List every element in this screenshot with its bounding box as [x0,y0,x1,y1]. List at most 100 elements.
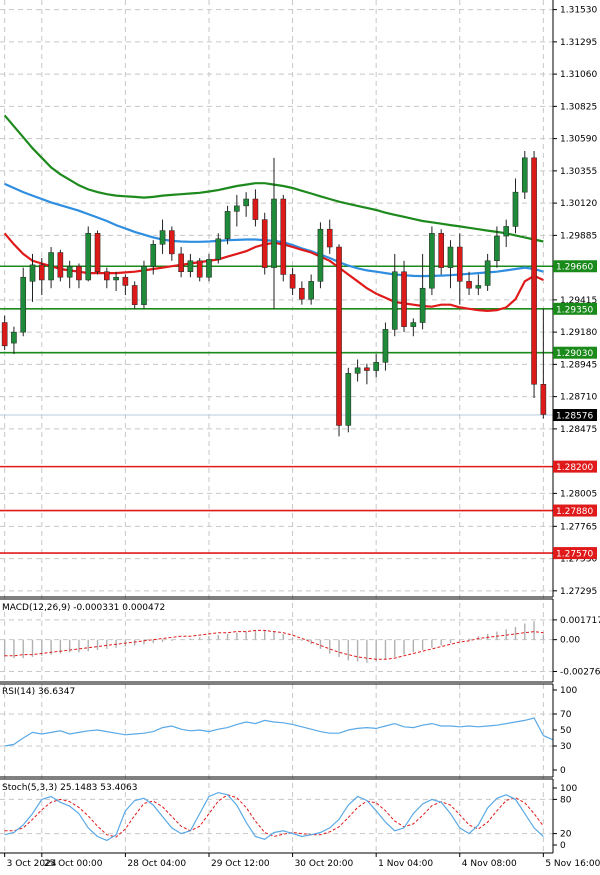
rsi-tick-label: 30 [560,742,572,752]
candle-body [131,285,138,305]
time-tick-label: 28 Oct 04:00 [127,859,186,869]
time-tick-label: 1 Nov 04:00 [378,859,433,869]
candle-body [289,274,296,289]
candle-body [159,230,166,245]
price-tick-label: 1.29885 [560,231,597,241]
macd-title: MACD(12,26,9) -0.000331 0.000472 [2,603,165,613]
candle-body [438,233,444,268]
price-tick-label: 1.27295 [560,587,597,597]
candle-body [271,198,277,268]
candle-body [38,264,45,281]
candle-body [48,252,54,281]
candle-body [326,228,333,248]
rsi-tick-label: 50 [560,726,572,736]
price-tick-label: 1.28945 [560,360,597,370]
candle-body [299,287,305,300]
candle-body [336,246,342,426]
rsi-tick-label: 100 [560,686,577,696]
candle-body [169,230,175,255]
candle-body [429,233,435,289]
price-tick-label: 1.29180 [560,328,597,338]
stoch-title: Stoch(5,3,3) 25.1483 53.4063 [2,783,137,793]
candle-body [308,281,314,300]
time-tick-label: 5 Nov 16:00 [545,859,600,869]
candle-body [66,265,73,278]
resistance-level-label: 1.29350 [556,305,593,315]
candle-body [187,260,194,272]
candle-body [76,265,82,281]
candle-body [354,367,361,374]
candle-body [317,228,324,282]
candle-body [521,157,528,193]
price-tick-label: 1.28475 [560,425,597,435]
candle-body [364,367,370,371]
candle-body [373,362,379,371]
candle-body [512,191,519,227]
level-labels: 1.29660 1.29350 1.29030 1.28200 1.27880 1.275… [553,260,597,560]
time-tick-label: 4 Nov 08:00 [462,859,517,869]
candle-body [1,322,8,347]
price-tick-label: 1.28710 [560,393,597,403]
candle-body [540,384,547,415]
time-tick-label: 29 Oct 12:00 [211,859,270,869]
current-price-label: 1.28576 [556,412,593,422]
candle-body [206,259,212,278]
candle-body [503,226,510,237]
candle-body [243,198,249,207]
candle-body [94,233,101,272]
support-level-label: 1.27880 [556,507,593,517]
candle-body [224,211,231,240]
time-tick-label: 25 Oct 00:00 [44,859,103,869]
macd-tick-label: 0.001717 [560,616,600,626]
stoch-tick-label: 100 [560,784,577,794]
price-tick-label: 1.27765 [560,522,597,532]
rsi-tick-label: 0 [560,766,566,776]
rsi-tick-label: 70 [560,710,572,720]
candle-body [261,219,268,268]
candle-body [11,331,17,344]
candle-body [234,205,240,212]
candle-body [401,271,407,327]
resistance-level-label: 1.29660 [556,263,593,273]
price-tick-label: 1.30355 [560,167,597,177]
price-tick-label: 1.28005 [560,489,597,499]
candle-body [456,246,463,282]
candle-body [178,253,184,272]
candle-body [484,260,491,286]
price-tick-label: 1.30120 [560,199,597,209]
candle-body [494,235,500,262]
candle-body [382,329,389,363]
candle-body [410,322,417,327]
candle-body [122,276,129,286]
candle-body [531,157,537,385]
candle-body [29,264,36,282]
price-tick-label: 1.31060 [560,70,597,80]
chart-background [0,0,600,875]
candle-body [391,271,398,330]
candle-body [345,373,352,426]
stoch-tick-label: 20 [560,830,572,840]
price-tick-label: 1.30825 [560,102,597,112]
candle-body [104,271,110,281]
forex-chart: 1.31530 1.31295 1.31060 1.30825 1.30590 1.303… [0,0,600,875]
stoch-tick-label: 0 [560,841,566,851]
candle-body [475,285,482,289]
candle-body [252,198,259,220]
candle-body [280,198,287,275]
time-tick-label: 30 Oct 20:00 [295,859,354,869]
candle-body [85,233,92,281]
candle-body [419,287,426,323]
candle-body [113,276,119,281]
support-level-label: 1.28200 [556,463,593,473]
candle-body [57,252,64,278]
rsi-title: RSI(14) 36.6347 [2,687,75,697]
price-tick-label: 1.30590 [560,135,597,145]
macd-tick-label: 0.00 [560,636,580,646]
price-tick-label: 1.31295 [560,38,597,48]
candle-body [150,244,157,267]
support-level-label: 1.27570 [556,550,593,560]
candle-body [141,265,147,305]
resistance-level-label: 1.29030 [556,349,593,359]
candle-body [447,246,454,268]
candle-body [215,238,222,260]
